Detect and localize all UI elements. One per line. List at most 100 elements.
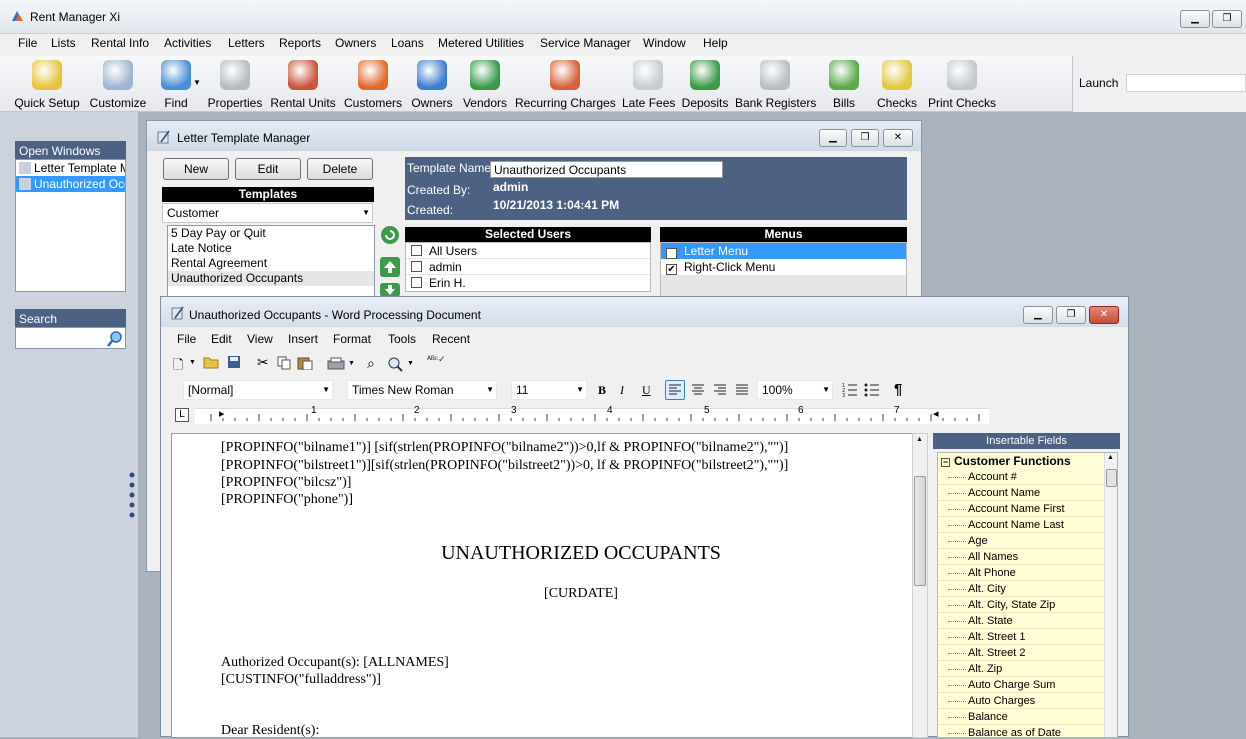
- field-item[interactable]: Alt Phone: [938, 565, 1104, 581]
- align-justify-icon[interactable]: [733, 381, 751, 402]
- chevron-down-icon[interactable]: ▼: [189, 359, 196, 366]
- checkbox-icon[interactable]: [411, 245, 422, 256]
- field-item[interactable]: Alt. Street 2: [938, 645, 1104, 661]
- checkbox-icon[interactable]: [411, 261, 422, 272]
- field-item[interactable]: Account Name: [938, 485, 1104, 501]
- menu-letters[interactable]: Letters: [228, 36, 265, 50]
- field-item[interactable]: All Names: [938, 549, 1104, 565]
- checkbox-icon[interactable]: [411, 277, 422, 288]
- style-select[interactable]: [Normal] ▼: [183, 380, 333, 400]
- align-right-icon[interactable]: [711, 381, 729, 402]
- field-item[interactable]: Auto Charges: [938, 693, 1104, 709]
- wp-menu-tools[interactable]: Tools: [388, 332, 416, 346]
- checkbox-checked-icon[interactable]: ✔: [666, 248, 677, 259]
- toolbar-bills[interactable]: Bills: [826, 58, 862, 110]
- template-item-selected[interactable]: Unauthorized Occupants: [168, 271, 374, 286]
- new-button[interactable]: New: [163, 158, 229, 180]
- wp-menu-insert[interactable]: Insert: [288, 332, 318, 346]
- open-folder-icon[interactable]: [203, 355, 220, 369]
- toolbar-late-fees[interactable]: Late Fees: [622, 58, 675, 110]
- template-name-input[interactable]: [490, 161, 723, 178]
- print-icon[interactable]: [327, 357, 345, 370]
- edit-button[interactable]: Edit: [235, 158, 301, 180]
- field-item[interactable]: Account Name Last: [938, 517, 1104, 533]
- paste-icon[interactable]: [297, 356, 313, 371]
- toolbar-bank-registers[interactable]: Bank Registers: [735, 58, 816, 110]
- toolbar-checks[interactable]: Checks: [876, 58, 918, 110]
- chevron-down-icon[interactable]: ▼: [348, 360, 355, 367]
- left-indent-marker-icon[interactable]: ▸: [219, 407, 225, 420]
- ltm-close-button[interactable]: ✕: [883, 129, 913, 147]
- chevron-down-icon[interactable]: ▼: [407, 360, 414, 367]
- toolbar-vendors[interactable]: Vendors: [460, 58, 510, 110]
- field-item[interactable]: Alt. City, State Zip: [938, 597, 1104, 613]
- underline-icon[interactable]: U: [642, 383, 651, 398]
- template-type-select[interactable]: Customer ▼: [162, 203, 373, 223]
- zoom-select[interactable]: 100% ▼: [757, 380, 833, 400]
- field-group-customer-functions[interactable]: − Customer Functions: [938, 453, 1117, 469]
- find-binoculars-icon[interactable]: ⌕: [367, 355, 375, 372]
- delete-button[interactable]: Delete: [307, 158, 373, 180]
- toolbar-rental-units[interactable]: Rental Units: [270, 58, 336, 110]
- scroll-up-icon[interactable]: ▲: [1107, 454, 1114, 461]
- field-item[interactable]: Alt. State: [938, 613, 1104, 629]
- toolbar-quick-setup[interactable]: Quick Setup: [14, 58, 80, 110]
- menu-letter-menu[interactable]: ✔ Letter Menu: [661, 243, 906, 259]
- paragraph-marks-icon[interactable]: ¶: [894, 381, 902, 398]
- menu-right-click[interactable]: ✔ Right-Click Menu: [661, 259, 906, 275]
- template-item[interactable]: 5 Day Pay or Quit: [168, 226, 374, 241]
- toolbar-customize[interactable]: Customize: [88, 58, 148, 110]
- search-icon[interactable]: [107, 331, 123, 350]
- search-box[interactable]: [15, 327, 126, 349]
- refresh-icon[interactable]: [380, 225, 400, 248]
- align-center-icon[interactable]: [689, 381, 707, 402]
- save-icon[interactable]: [227, 355, 241, 369]
- field-item[interactable]: Alt. Street 1: [938, 629, 1104, 645]
- field-item[interactable]: Alt. City: [938, 581, 1104, 597]
- menu-help[interactable]: Help: [703, 36, 728, 50]
- bullet-list-icon[interactable]: [863, 381, 881, 402]
- numbered-list-icon[interactable]: 123: [841, 381, 859, 402]
- menu-service-manager[interactable]: Service Manager: [540, 36, 631, 50]
- ltm-restore-button[interactable]: ❐: [851, 129, 879, 147]
- launch-input[interactable]: [1126, 74, 1246, 92]
- menu-metered-utilities[interactable]: Metered Utilities: [438, 36, 524, 50]
- align-left-icon[interactable]: [665, 380, 685, 400]
- cut-icon[interactable]: ✂: [257, 354, 269, 371]
- template-item[interactable]: Late Notice: [168, 241, 374, 256]
- wp-menu-view[interactable]: View: [247, 332, 273, 346]
- field-item[interactable]: Account #: [938, 469, 1104, 485]
- menu-reports[interactable]: Reports: [279, 36, 321, 50]
- wp-close-button[interactable]: ✕: [1089, 306, 1119, 324]
- toolbar-deposits[interactable]: Deposits: [680, 58, 730, 110]
- menu-owners[interactable]: Owners: [335, 36, 376, 50]
- toolbar-find[interactable]: Find: [156, 58, 196, 110]
- toolbar-print-checks[interactable]: Print Checks: [927, 58, 997, 110]
- checkbox-checked-icon[interactable]: ✔: [666, 264, 677, 275]
- toolbar-properties[interactable]: Properties: [207, 58, 263, 110]
- wp-menu-file[interactable]: File: [177, 332, 196, 346]
- copy-icon[interactable]: [277, 356, 291, 370]
- field-item[interactable]: Auto Charge Sum: [938, 677, 1104, 693]
- toolbar-owners[interactable]: Owners: [410, 58, 454, 110]
- toolbar-customers[interactable]: Customers: [342, 58, 404, 110]
- document-area[interactable]: [PROPINFO("bilname1")] [sif(strlen(PROPI…: [171, 433, 913, 738]
- open-window-letter-template[interactable]: Letter Template M: [16, 160, 125, 176]
- right-indent-marker-icon[interactable]: ◂: [933, 407, 939, 420]
- scrollbar-thumb[interactable]: [914, 476, 926, 586]
- field-item[interactable]: Balance: [938, 709, 1104, 725]
- field-item[interactable]: Age: [938, 533, 1104, 549]
- font-size-select[interactable]: 11 ▼: [511, 380, 587, 400]
- user-all-users[interactable]: All Users: [406, 243, 650, 259]
- ltm-minimize-button[interactable]: ▁: [819, 129, 847, 147]
- zoom-magnifier-icon[interactable]: [387, 356, 403, 372]
- field-item[interactable]: Alt. Zip: [938, 661, 1104, 677]
- font-select[interactable]: Times New Roman ▼: [347, 380, 497, 400]
- menu-loans[interactable]: Loans: [391, 36, 424, 50]
- wp-minimize-button[interactable]: ▁: [1023, 306, 1053, 324]
- field-item[interactable]: Balance as of Date: [938, 725, 1104, 737]
- menu-window[interactable]: Window: [643, 36, 686, 50]
- field-item[interactable]: Account Name First: [938, 501, 1104, 517]
- splitter-handle[interactable]: [129, 472, 135, 522]
- collapse-icon[interactable]: −: [941, 458, 950, 467]
